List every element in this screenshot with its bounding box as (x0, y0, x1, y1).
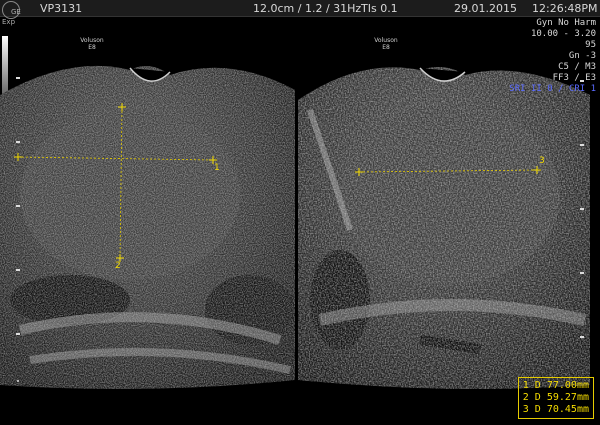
measurement-3: 3 D 70.45mm (522, 404, 589, 415)
caliper-label-1: 1 (214, 163, 220, 173)
probe-model: E8 (382, 44, 390, 51)
gain-value: Gn -3 (568, 51, 596, 61)
measurement-results: 1 D 77.00mm 2 D 59.27mm 3 D 70.45mm (517, 377, 594, 419)
probe-name: Voluson (80, 37, 104, 44)
filter-settings: FF3 / E3 (552, 73, 596, 83)
power-value: 95 (585, 40, 596, 50)
probe-name: Voluson (374, 37, 398, 44)
measurement-1: 1 D 77.00mm (522, 380, 589, 391)
preset-name: Gyn No Harm (536, 18, 596, 28)
caliper-label-3: 3 (539, 156, 545, 166)
frequency-range: 10.00 - 3.20 (530, 29, 596, 39)
right-ultrasound-image (298, 66, 590, 389)
map-settings: C5 / M3 (558, 62, 596, 72)
left-ultrasound-image (0, 65, 295, 389)
probe-label-left: Voluson E8 (72, 37, 112, 51)
sri-cri-settings: SRI II 0 / CRI 1 (509, 84, 596, 94)
caliper-label-2: 2 (115, 261, 121, 271)
probe-label-right: Voluson E8 (366, 37, 406, 51)
parameter-panel: Gyn No Harm 10.00 - 3.20 95 Gn -3 C5 / M… (509, 18, 596, 95)
measurement-2: 2 D 59.27mm (522, 392, 589, 403)
probe-model: E8 (88, 44, 96, 51)
